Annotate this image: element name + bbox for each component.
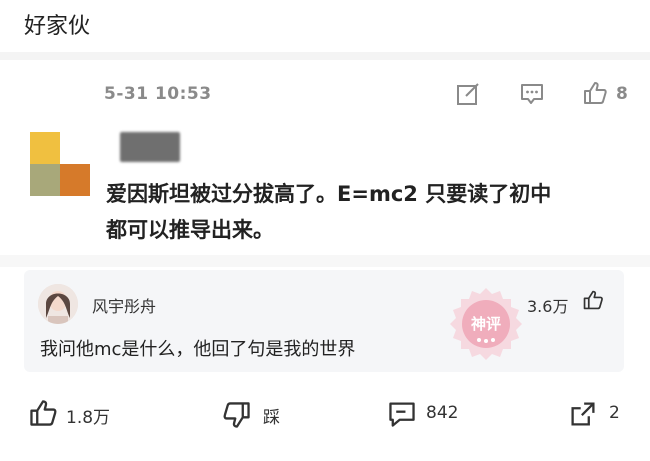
reply-like-count: 3.6万 xyxy=(527,297,569,316)
post-text-line: 都可以推导出来。 xyxy=(106,218,274,242)
svg-text:神评: 神评 xyxy=(471,315,501,333)
thumbs-up-icon[interactable] xyxy=(582,80,608,106)
reply-username[interactable]: 风宇彤舟 xyxy=(92,293,156,317)
section-divider xyxy=(0,255,650,267)
avatar-block xyxy=(60,132,90,164)
edit-icon[interactable] xyxy=(455,81,481,107)
comment-count[interactable]: 842 xyxy=(426,403,458,423)
post-text-line: 爱因斯坦被过分拔高了。E=mc2 只要读了初中 xyxy=(106,182,552,206)
page-title: 好家伙 xyxy=(24,14,91,39)
post-text: 爱因斯坦被过分拔高了。E=mc2 只要读了初中 都可以推导出来。 xyxy=(106,176,626,248)
reply-avatar[interactable] xyxy=(38,284,78,324)
comment-icon[interactable] xyxy=(387,399,417,429)
user-portrait-icon xyxy=(38,284,78,324)
comment-icon[interactable] xyxy=(519,81,545,107)
dislike-label[interactable]: 踩 xyxy=(263,403,280,428)
username-redacted xyxy=(120,132,180,162)
avatar-block xyxy=(60,164,90,196)
thumbs-up-icon[interactable] xyxy=(28,398,58,428)
section-divider xyxy=(0,52,650,60)
thumbs-up-icon[interactable] xyxy=(582,289,604,311)
avatar-block xyxy=(30,164,60,196)
avatar-block xyxy=(30,132,60,164)
avatar[interactable] xyxy=(30,132,90,196)
reply-text: 我问他mc是什么，他回了句是我的世界 xyxy=(40,339,356,360)
stamp-watermark-icon: 神评 xyxy=(450,288,522,360)
thumbs-down-icon[interactable] xyxy=(222,400,252,430)
like-count[interactable]: 1.8万 xyxy=(66,403,110,428)
post-time: 5-31 10:53 xyxy=(104,84,212,104)
post-like-count: 8 xyxy=(616,84,628,104)
share-icon[interactable] xyxy=(568,399,598,429)
share-count[interactable]: 2 xyxy=(609,403,620,423)
